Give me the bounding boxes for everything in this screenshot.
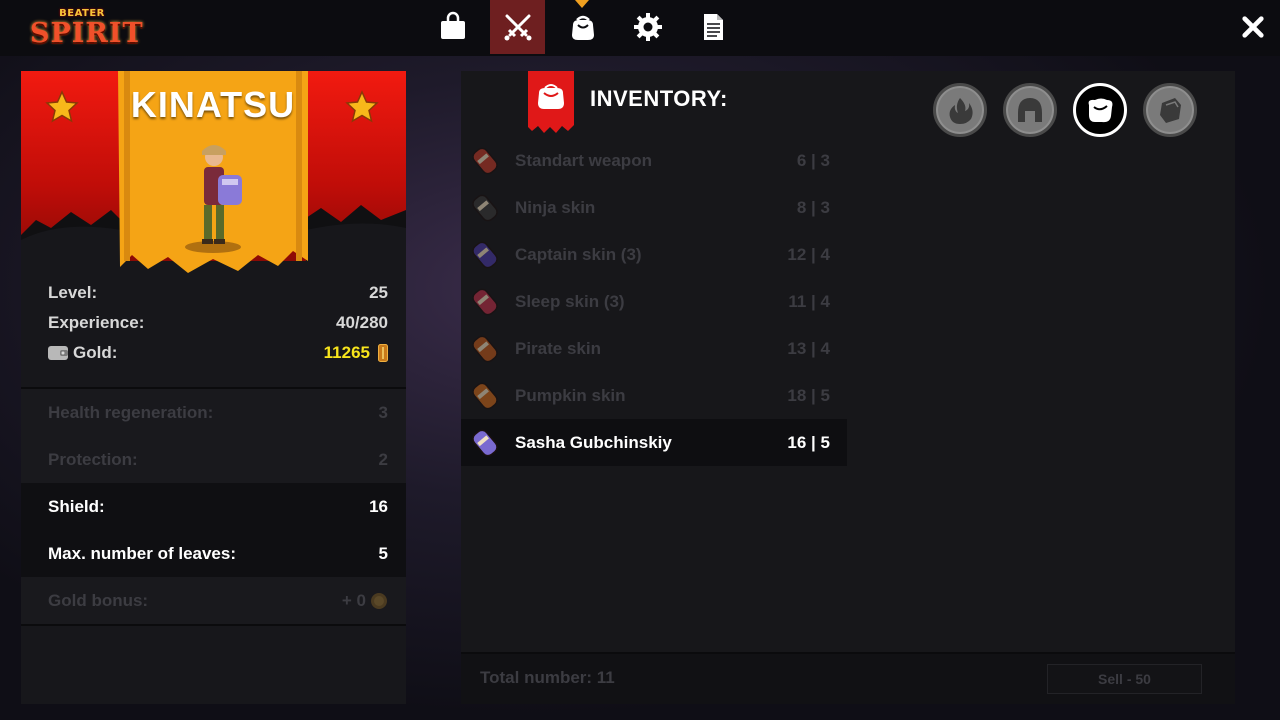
attribute-value: 2: [378, 449, 388, 469]
leaf-item-icon: [472, 241, 498, 268]
leaf-item-icon: [472, 194, 498, 221]
stone-icon: [1160, 98, 1181, 123]
level-row: Level: 25: [48, 282, 388, 304]
attributes-divider: [21, 624, 406, 626]
item-stats: 6 | 3: [796, 150, 830, 170]
leaf-item-icon: [472, 382, 498, 409]
shopping-bag-icon: [440, 11, 465, 39]
attribute-row-gold-bonus: Gold bonus: + 0: [21, 577, 406, 624]
item-name: Pirate skin: [515, 338, 601, 358]
attribute-label: Health regeneration:: [48, 402, 214, 422]
filter-stone-button[interactable]: [1143, 83, 1197, 137]
inventory-item-row[interactable]: Pirate skin 13 | 4: [461, 325, 847, 372]
leaf-item-icon: [472, 288, 498, 315]
item-stats: 18 | 5: [787, 385, 830, 405]
item-name: Sleep skin (3): [515, 291, 625, 311]
item-stats: 12 | 4: [787, 244, 830, 264]
logo-main-text: SPIRIT: [30, 18, 144, 49]
item-name: Standart weapon: [515, 150, 652, 170]
gold-coin-icon: [378, 344, 388, 362]
level-value: 25: [369, 283, 388, 302]
close-icon: [1242, 16, 1264, 38]
inventory-item-row[interactable]: Sleep skin (3) 11 | 4: [461, 278, 847, 325]
attribute-row-shield: Shield: 16: [21, 483, 406, 530]
attribute-row-health-regeneration: Health regeneration: 3: [21, 389, 406, 436]
star-icon-right: [345, 90, 379, 123]
nav-equipment-button[interactable]: [490, 0, 545, 54]
inventory-item-row[interactable]: Sasha Gubchinskiy 16 | 5: [461, 419, 847, 466]
gold-row: Gold: 11265: [48, 342, 388, 364]
leaf-item-icon: [472, 147, 498, 174]
sell-button[interactable]: Sell - 50: [1047, 664, 1202, 694]
level-label: Level:: [48, 283, 98, 302]
filter-bag-button[interactable]: [1073, 83, 1127, 137]
inventory-item-row[interactable]: Captain skin (3) 12 | 4: [461, 231, 847, 278]
filter-helmet-button[interactable]: [1003, 83, 1057, 137]
close-button[interactable]: [1240, 14, 1266, 40]
helmet-icon: [1018, 98, 1042, 122]
inventory-item-row[interactable]: Pumpkin skin 18 | 5: [461, 372, 847, 419]
gear-icon: [633, 13, 662, 41]
total-items-count: Total number: 11: [480, 668, 615, 687]
attribute-value: 16: [369, 496, 388, 516]
leaf-item-icon: [472, 335, 498, 362]
star-icon-left: [45, 90, 79, 123]
attribute-value: + 0: [341, 590, 366, 610]
inventory-item-row[interactable]: Ninja skin 8 | 3: [461, 184, 847, 231]
experience-label: Experience:: [48, 313, 145, 332]
item-stats: 8 | 3: [796, 197, 830, 217]
nav-notes-button[interactable]: [685, 0, 740, 54]
attribute-label: Shield:: [48, 496, 105, 516]
attribute-label: Protection:: [48, 449, 138, 469]
filter-fire-button[interactable]: [933, 83, 987, 137]
item-stats: 13 | 4: [787, 338, 830, 358]
leaf-item-icon: [472, 429, 498, 456]
character-name: KINATSU: [130, 84, 296, 125]
item-name: Sasha Gubchinskiy: [515, 432, 672, 452]
attribute-value: 3: [378, 402, 388, 422]
item-name: Captain skin (3): [515, 244, 642, 264]
gold-value: 11265: [323, 343, 370, 362]
wallet-icon: [48, 346, 68, 360]
crossed-swords-icon: [504, 14, 531, 41]
coin-icon: [371, 592, 387, 609]
nav-settings-button[interactable]: [620, 0, 675, 54]
experience-value: 40/280: [336, 313, 388, 332]
gold-label: Gold:: [73, 343, 118, 362]
attribute-row-protection: Protection: 2: [21, 436, 406, 483]
bag-icon: [571, 15, 594, 40]
item-name: Pumpkin skin: [515, 385, 626, 405]
experience-row: Experience: 40/280: [48, 312, 388, 334]
document-icon: [703, 14, 723, 40]
inventory-banner-flag: [528, 71, 574, 133]
item-name: Ninja skin: [515, 197, 596, 217]
fire-icon: [949, 98, 973, 124]
nav-shop-button[interactable]: [425, 0, 480, 54]
inventory-item-row[interactable]: Standart weapon 6 | 3: [461, 137, 847, 184]
attribute-row-max-leaves: Max. number of leaves: 5: [21, 530, 406, 577]
item-stats: 16 | 5: [787, 432, 830, 452]
inventory-title: INVENTORY:: [590, 86, 728, 111]
item-stats: 11 | 4: [788, 291, 830, 311]
bag-icon: [1088, 98, 1113, 123]
game-logo: BEATER SPIRIT: [30, 8, 144, 52]
attribute-value: 5: [378, 543, 388, 563]
nav-inventory-button[interactable]: [555, 0, 610, 54]
attribute-label: Gold bonus:: [48, 590, 149, 610]
attribute-label: Max. number of leaves:: [48, 543, 237, 563]
